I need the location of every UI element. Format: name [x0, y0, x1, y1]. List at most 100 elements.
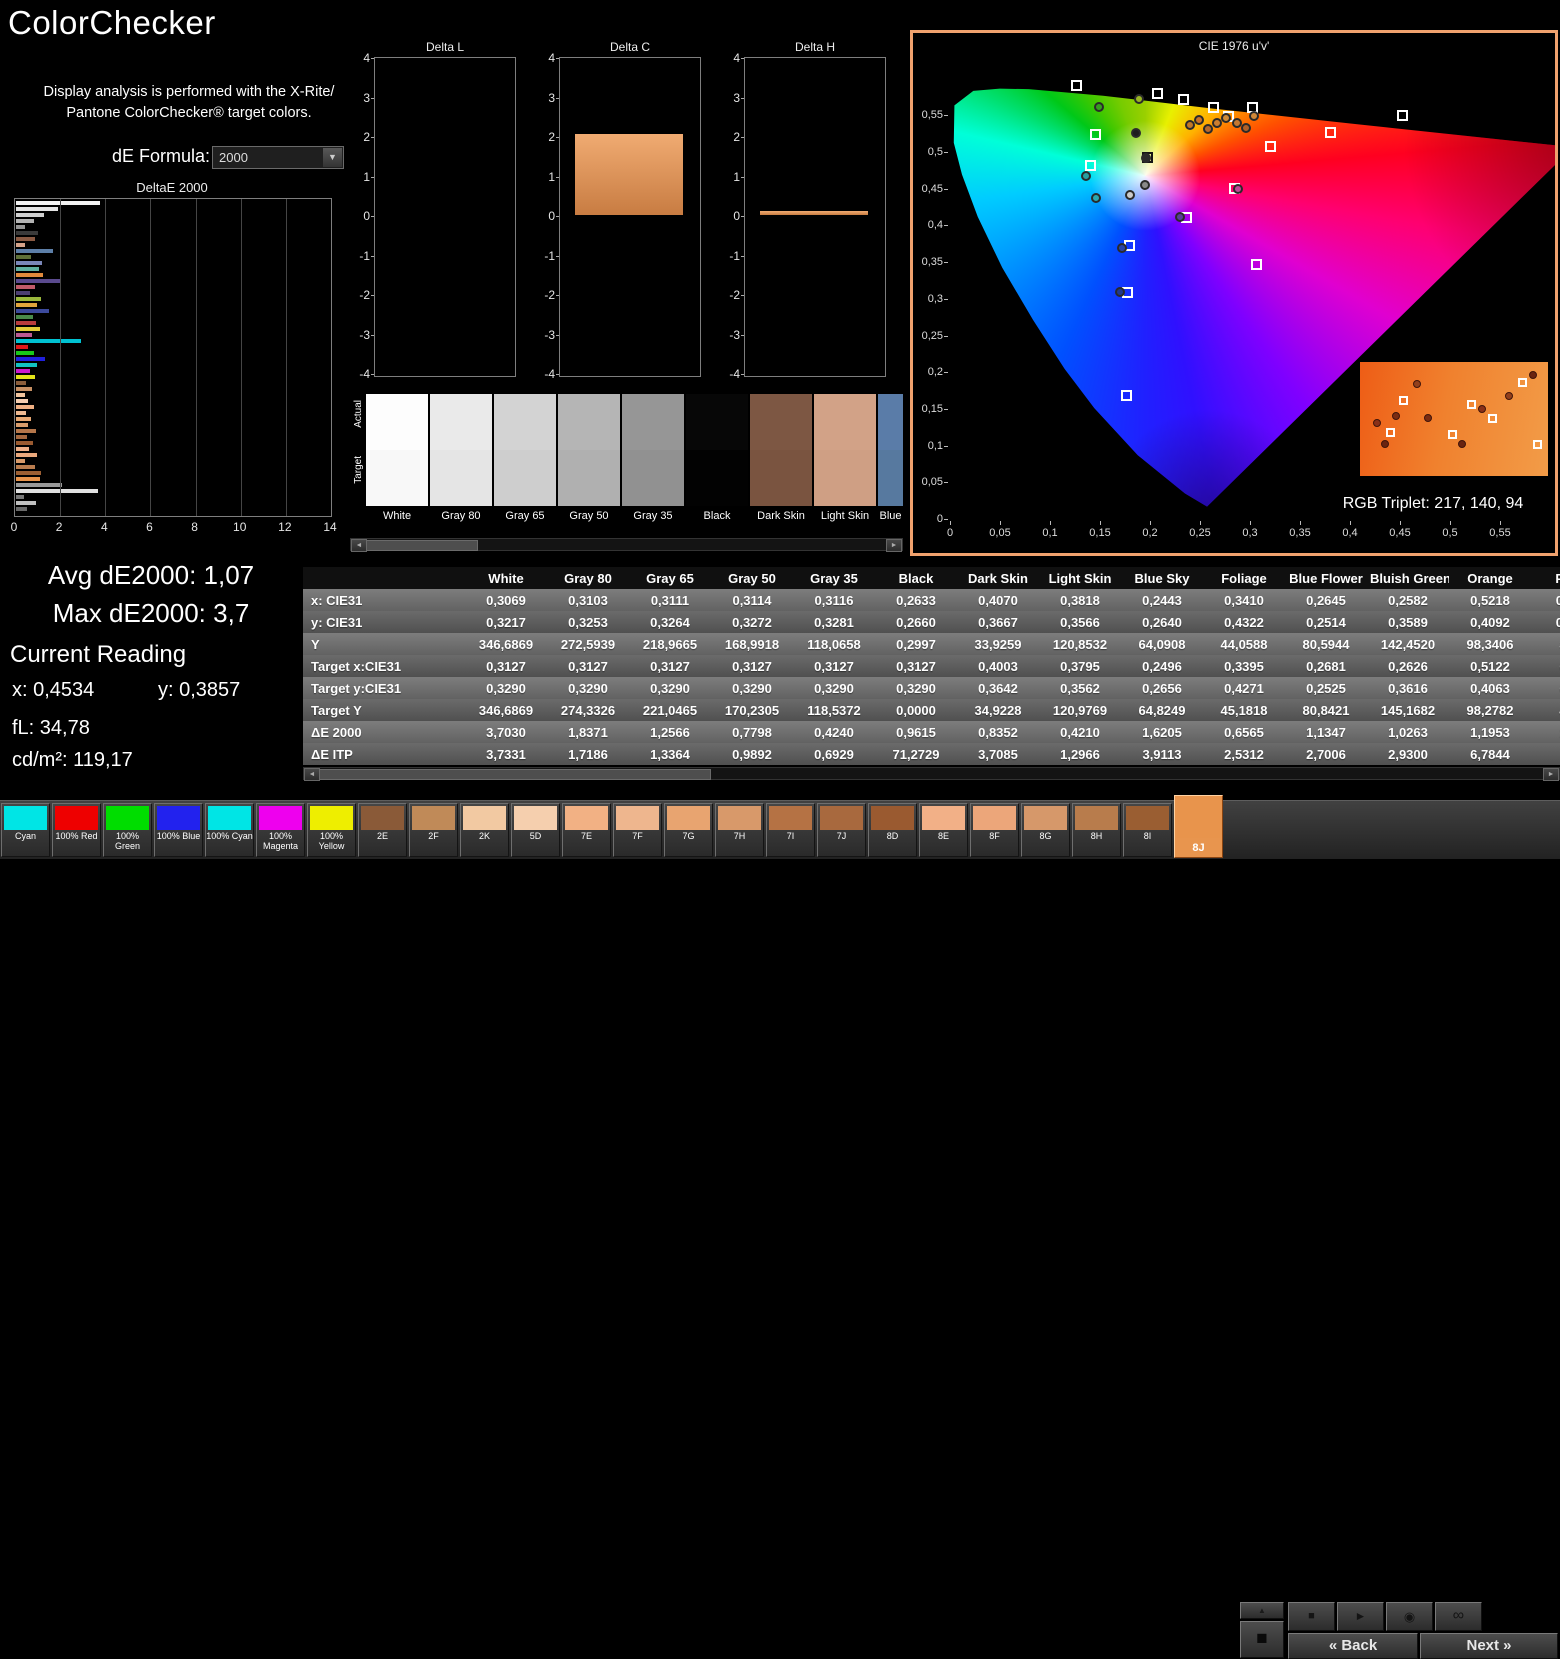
row-label: Target x:CIE31: [303, 655, 465, 677]
delta-h-title: Delta H: [744, 40, 886, 54]
actual-swatch: [750, 394, 812, 450]
table-cell: 0,3616: [1367, 677, 1449, 699]
results-table-wrap: WhiteGray 80Gray 65Gray 50Gray 35BlackDa…: [303, 567, 1560, 767]
pattern-patch-button[interactable]: 100% Green: [103, 803, 152, 857]
pattern-patch-button[interactable]: 7F: [613, 803, 662, 857]
table-cell: 0,2656: [1121, 677, 1203, 699]
pattern-patch-button[interactable]: 2F: [409, 803, 458, 857]
color-swatch: [622, 394, 684, 506]
y-tick: [556, 98, 559, 99]
inset-target-point: [1533, 440, 1542, 449]
color-swatch: [814, 394, 876, 506]
pattern-patch-button[interactable]: 8I: [1123, 803, 1172, 857]
next-button[interactable]: Next »: [1420, 1633, 1558, 1659]
pattern-patch-button[interactable]: 7G: [664, 803, 713, 857]
patch-color-chip: [1075, 806, 1118, 830]
patch-color-chip: [259, 806, 302, 830]
scroll-right-icon[interactable]: ►: [1543, 768, 1559, 781]
target-swatch: [686, 450, 748, 506]
cie-x-tick-label: 0,25: [1180, 527, 1220, 539]
stop-button[interactable]: ■: [1288, 1602, 1335, 1631]
cie-y-tick: [944, 299, 948, 300]
y-tick-label: 3: [714, 91, 740, 105]
back-button[interactable]: « Back: [1288, 1633, 1418, 1659]
cie-x-tick-label: 0,5: [1430, 527, 1470, 539]
scroll-up-button[interactable]: ▲: [1240, 1602, 1284, 1619]
table-cell: 0,20: [1531, 655, 1560, 677]
scroll-right-icon[interactable]: ►: [886, 539, 902, 552]
pattern-patch-button[interactable]: 2K: [460, 803, 509, 857]
x-tick-label: 2: [47, 520, 71, 534]
measured-color-inset: [1360, 362, 1548, 476]
y-tick: [556, 216, 559, 217]
row-label: ΔE 2000: [303, 721, 465, 743]
y-tick-label: -4: [529, 367, 555, 381]
play-button[interactable]: ►: [1337, 1602, 1384, 1631]
inset-target-point: [1399, 396, 1408, 405]
reading-y-value: y: 0,3857: [158, 679, 240, 702]
delta-bar: [389, 214, 499, 216]
actual-swatch: [558, 394, 620, 450]
pattern-patch-button[interactable]: 100% Blue: [154, 803, 203, 857]
x-tick-label: 0: [2, 520, 26, 534]
table-cell: 1,1347: [1285, 721, 1367, 743]
de-formula-dropdown[interactable]: 2000 ▼: [212, 146, 344, 169]
table-cell: 0,0000: [875, 699, 957, 721]
pattern-patch-button[interactable]: 7H: [715, 803, 764, 857]
snapshot-button[interactable]: ◉: [1386, 1602, 1433, 1631]
cie-x-tick: [1100, 521, 1101, 525]
pattern-patch-button[interactable]: 100% Cyan: [205, 803, 254, 857]
pattern-patch-button[interactable]: 8E: [919, 803, 968, 857]
scroll-left-icon[interactable]: ◄: [304, 768, 320, 781]
target-point: [1265, 141, 1276, 152]
table-row: x: CIE310,30690,31030,31110,31140,31160,…: [303, 589, 1560, 611]
pattern-patch-button[interactable]: 100% Red: [52, 803, 101, 857]
table-cell: 0,3642: [957, 677, 1039, 699]
pattern-patch-button[interactable]: 8H: [1072, 803, 1121, 857]
column-header: Blue Flower: [1285, 567, 1367, 589]
table-cell: 0,2633: [875, 589, 957, 611]
pattern-patch-button[interactable]: 100% Magenta: [256, 803, 305, 857]
results-table: WhiteGray 80Gray 65Gray 50Gray 35BlackDa…: [303, 567, 1560, 765]
y-tick-label: 1: [529, 170, 555, 184]
table-cell: 0,19: [1531, 677, 1560, 699]
swatch-label: Gray 65: [494, 510, 556, 522]
patch-color-chip: [4, 806, 47, 830]
x-tick-label: 12: [273, 520, 297, 534]
chevron-down-icon[interactable]: ▼: [323, 148, 342, 167]
swatch-strip-scrollbar[interactable]: ◄ ►: [350, 538, 903, 551]
pattern-patch-button[interactable]: 8F: [970, 803, 1019, 857]
pattern-patch-button[interactable]: Cyan: [1, 803, 50, 857]
cie-x-tick: [1500, 521, 1501, 525]
gridline: [150, 199, 151, 516]
target-swatch: [366, 450, 428, 506]
table-cell: 120,9769: [1039, 699, 1121, 721]
table-cell: 0,5122: [1449, 655, 1531, 677]
table-scrollbar[interactable]: ◄ ►: [303, 767, 1560, 780]
pattern-patch-button[interactable]: 7J: [817, 803, 866, 857]
cie-x-tick: [950, 521, 951, 525]
pattern-patch-button[interactable]: 8J: [1174, 795, 1223, 858]
cie-x-tick-label: 0,15: [1080, 527, 1120, 539]
pattern-patch-button[interactable]: 2E: [358, 803, 407, 857]
pattern-patch-button[interactable]: 100% Yellow: [307, 803, 356, 857]
pattern-patch-button[interactable]: 7I: [766, 803, 815, 857]
pattern-patch-button[interactable]: 8G: [1021, 803, 1070, 857]
table-cell: 0,3562: [1039, 677, 1121, 699]
pattern-patch-button[interactable]: 5D: [511, 803, 560, 857]
table-cell: 98,3406: [1449, 633, 1531, 655]
inset-measurement-point: [1529, 371, 1537, 379]
y-tick: [741, 256, 744, 257]
pattern-patch-button[interactable]: 7E: [562, 803, 611, 857]
loop-button[interactable]: ∞: [1435, 1602, 1482, 1631]
pattern-patch-button[interactable]: 8D: [868, 803, 917, 857]
row-label: y: CIE31: [303, 611, 465, 633]
scrollbar-thumb[interactable]: [366, 540, 478, 551]
scrollbar-thumb[interactable]: [319, 769, 711, 780]
table-cell: 0,2525: [1285, 677, 1367, 699]
scroll-left-icon[interactable]: ◄: [351, 539, 367, 552]
patch-label: 7I: [767, 831, 814, 841]
table-cell: 0,3795: [1039, 655, 1121, 677]
deltae-bar: [16, 399, 28, 403]
pattern-window-button[interactable]: ■: [1240, 1621, 1284, 1658]
